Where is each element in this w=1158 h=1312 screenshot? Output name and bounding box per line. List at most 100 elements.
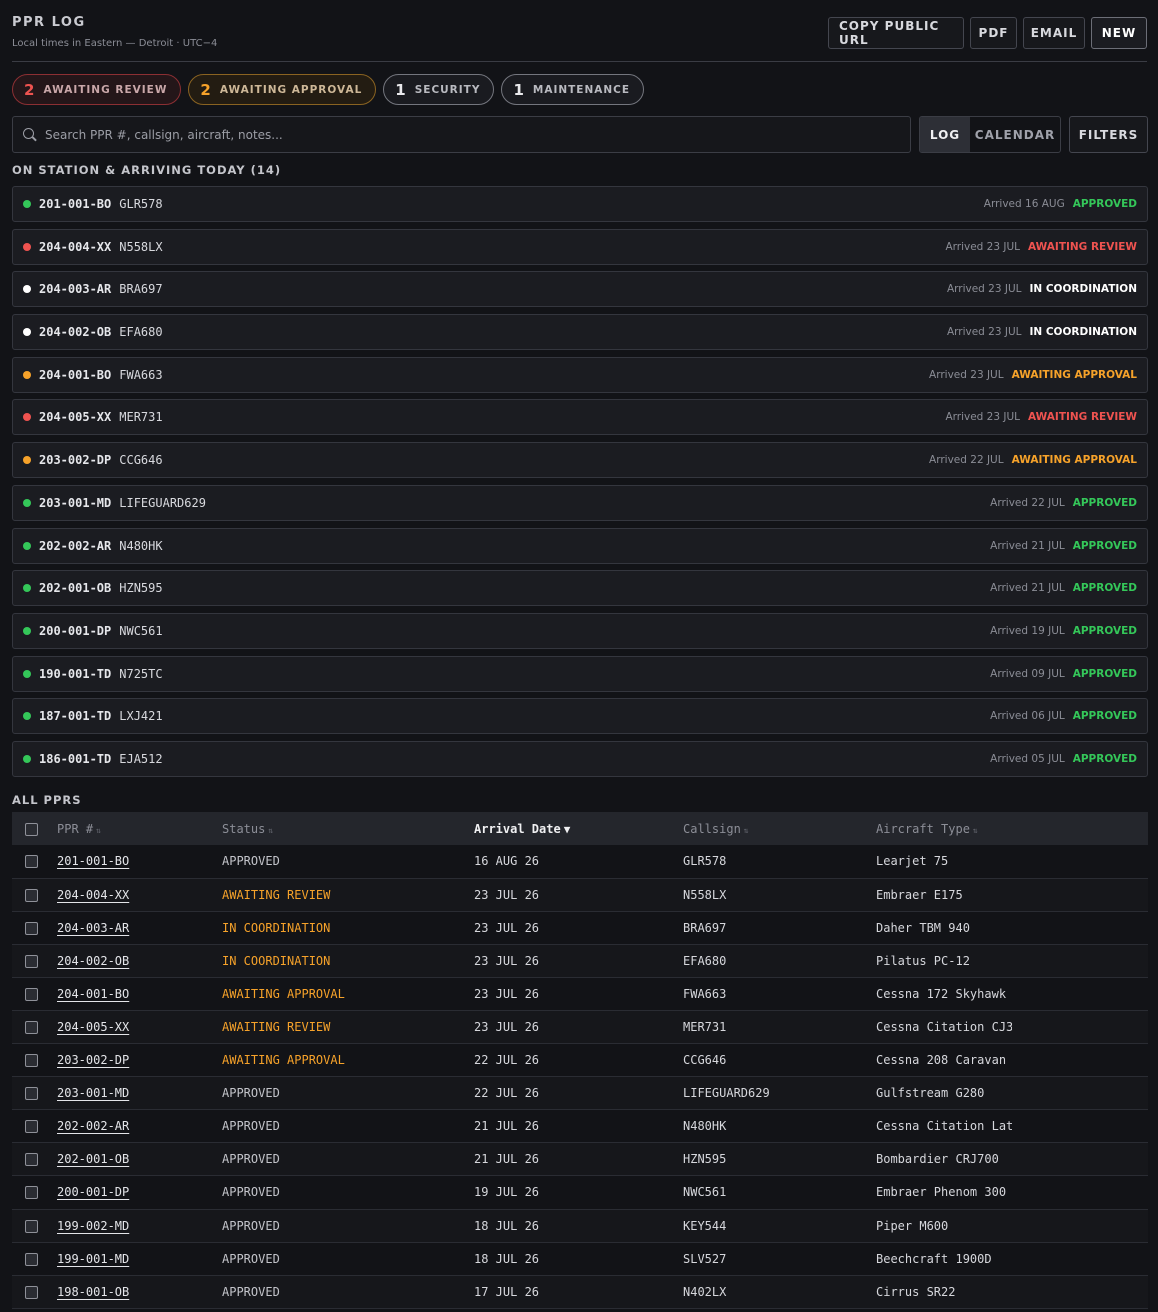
chip-security[interactable]: 1 SECURITY	[383, 74, 495, 105]
table-row[interactable]: 204-004-XX AWAITING REVIEW 23 JUL 26 N558LX…	[12, 878, 1148, 912]
row-checkbox[interactable]	[25, 921, 38, 935]
status-dot-icon	[23, 541, 31, 550]
arrival-date-cell: 19 JUL 26	[474, 1185, 540, 1200]
row-checkbox[interactable]	[25, 1285, 38, 1299]
table-row[interactable]: 203-002-DP AWAITING APPROVAL 22 JUL 26 CCG6…	[12, 1044, 1148, 1077]
row-checkbox[interactable]	[25, 1186, 38, 1200]
column-header-callsign[interactable]: Callsign ⇅	[683, 812, 876, 845]
ppr-link[interactable]: 202-001-OB	[57, 1143, 222, 1176]
station-row[interactable]: 204-003-AR BRA697 Arrived 23 JUL IN COORDIN…	[12, 271, 1148, 308]
table-row[interactable]: 199-002-MD APPROVED 18 JUL 26 KEY544 Piper M…	[12, 1209, 1148, 1243]
status-dot-icon	[23, 413, 31, 422]
station-row[interactable]: 186-001-TD EJA512 Arrived 05 JUL APPROVED	[12, 740, 1148, 777]
select-all-checkbox[interactable]	[25, 822, 38, 836]
station-row[interactable]: 204-005-XX MER731 Arrived 23 JUL AWAITING R…	[12, 399, 1148, 436]
row-meta: Arrived 16 AUG APPROVED	[984, 198, 1137, 210]
callsign: EJA512	[119, 751, 163, 766]
table-row[interactable]: 198-001-OB APPROVED 17 JUL 26 N402LX Cirrus …	[12, 1275, 1148, 1309]
row-checkbox[interactable]	[25, 1153, 38, 1167]
filters-button[interactable]: FILTERS	[1069, 116, 1148, 153]
station-row[interactable]: 203-001-MD LIFEGUARD629 Arrived 22 JUL APPR…	[12, 484, 1148, 521]
station-row[interactable]: 201-001-BO GLR578 Arrived 16 AUG APPROVED	[12, 186, 1148, 222]
chip-awaiting-approval[interactable]: 2 AWAITING APPROVAL	[188, 74, 377, 105]
station-row[interactable]: 190-001-TD N725TC Arrived 09 JUL APPROVED	[12, 655, 1148, 692]
row-checkbox[interactable]	[25, 1252, 38, 1266]
ppr-link[interactable]: 204-003-AR	[57, 911, 222, 944]
table-row[interactable]: 204-001-BO AWAITING APPROVAL 23 JUL 26 FWA6…	[12, 977, 1148, 1011]
column-header-status[interactable]: Status ⇅	[222, 812, 474, 845]
row-spacer	[1012, 1209, 1148, 1242]
column-label: PPR #	[57, 821, 94, 836]
column-label: Arrival Date	[474, 821, 561, 836]
table-row[interactable]: 202-002-AR APPROVED 21 JUL 26 N480HK Cessna …	[12, 1110, 1148, 1143]
ppr-link[interactable]: 199-001-MD	[57, 1242, 222, 1275]
view-calendar-tab[interactable]: CALENDAR	[970, 117, 1060, 152]
station-row[interactable]: 187-001-TD LXJ421 Arrived 06 JUL APPROVED	[12, 698, 1148, 735]
row-meta: Arrived 23 JUL IN COORDINATION	[947, 326, 1137, 338]
pdf-button[interactable]: PDF	[970, 17, 1017, 49]
chip-awaiting-review[interactable]: 2 AWAITING REVIEW	[12, 74, 182, 105]
ppr-link[interactable]: 204-005-XX	[57, 1010, 222, 1043]
new-ppr-button[interactable]: NEW	[1091, 17, 1147, 49]
ppr-link[interactable]: 202-002-AR	[57, 1110, 222, 1143]
station-row[interactable]: 202-001-OB HZN595 Arrived 21 JUL APPROVED	[12, 570, 1148, 607]
ppr-link[interactable]: 201-001-BO	[57, 845, 222, 878]
row-checkbox[interactable]	[25, 1021, 38, 1035]
search-input[interactable]	[45, 127, 910, 142]
row-checkbox[interactable]	[25, 855, 38, 869]
status-badge: IN COORDINATION	[1029, 283, 1138, 296]
callsign: FWA663	[119, 367, 163, 382]
copy-public-url-button[interactable]: COPY PUBLIC URL	[828, 17, 964, 49]
column-header-ppr[interactable]: PPR # ⇅	[57, 812, 222, 845]
ppr-link[interactable]: 203-002-DP	[57, 1044, 222, 1077]
email-button[interactable]: EMAIL	[1023, 17, 1085, 49]
table-row[interactable]: 199-001-MD APPROVED 18 JUL 26 SLV527 Beechcr…	[12, 1242, 1148, 1276]
row-checkbox[interactable]	[25, 1219, 38, 1233]
row-checkbox[interactable]	[25, 1087, 38, 1101]
status-cell: AWAITING APPROVAL	[222, 986, 345, 1001]
column-header-arrival[interactable]: Arrival Date ▼	[474, 812, 683, 845]
table-row[interactable]: 201-001-BO APPROVED 16 AUG 26 GLR578 Learjet…	[12, 845, 1148, 879]
arrival-text: Arrived 22 JUL	[929, 454, 1004, 467]
header-spacer	[1012, 812, 1148, 845]
ppr-link[interactable]: 204-002-OB	[57, 944, 222, 977]
table-row[interactable]: 204-005-XX AWAITING REVIEW 23 JUL 26 MER731…	[12, 1010, 1148, 1044]
ppr-number: 204-005-XX	[39, 410, 112, 425]
station-row[interactable]: 202-002-AR N480HK Arrived 21 JUL APPROVED	[12, 527, 1148, 564]
ppr-link[interactable]: 203-001-MD	[57, 1077, 222, 1110]
ppr-link[interactable]: 204-001-BO	[57, 977, 222, 1010]
row-checkbox[interactable]	[25, 987, 38, 1001]
column-header-aircraft[interactable]: Aircraft Type ⇅	[876, 812, 1012, 845]
arrival-text: Arrived 19 JUL	[990, 624, 1065, 637]
row-checkbox[interactable]	[25, 1054, 38, 1068]
station-row[interactable]: 203-002-DP CCG646 Arrived 22 JUL AWAITING A…	[12, 442, 1148, 479]
ppr-link[interactable]: 200-001-DP	[57, 1176, 222, 1209]
aircraft-type-cell: Bombardier CRJ700	[876, 1152, 999, 1167]
all-pprs-heading: ALL PPRS	[12, 793, 82, 807]
row-select-cell	[12, 1242, 57, 1275]
table-row[interactable]: 204-003-AR IN COORDINATION 23 JUL 26 BRA697…	[12, 911, 1148, 945]
all-pprs-table: PPR # ⇅ Status ⇅ Arrival Date ▼ Callsign ⇅ Aircr…	[12, 812, 1148, 1309]
station-row[interactable]: 200-001-DP NWC561 Arrived 19 JUL APPROVED	[12, 612, 1148, 649]
chip-label: AWAITING APPROVAL	[219, 83, 363, 96]
ppr-link[interactable]: 204-004-XX	[57, 878, 222, 911]
sort-icon: ⇅	[268, 825, 274, 835]
row-checkbox[interactable]	[25, 954, 38, 968]
chip-maintenance[interactable]: 1 MAINTENANCE	[501, 74, 645, 105]
row-checkbox[interactable]	[25, 1120, 38, 1134]
status-cell: AWAITING REVIEW	[222, 1020, 331, 1035]
station-row[interactable]: 204-001-BO FWA663 Arrived 23 JUL AWAITING A…	[12, 356, 1148, 393]
table-row[interactable]: 202-001-OB APPROVED 21 JUL 26 HZN595 Bombard…	[12, 1142, 1148, 1176]
row-checkbox[interactable]	[25, 888, 38, 902]
station-row[interactable]: 204-002-OB EFA680 Arrived 23 JUL IN COORDIN…	[12, 314, 1148, 351]
arrival-text: Arrived 16 AUG	[983, 198, 1065, 210]
aircraft-type-cell: Embraer E175	[876, 887, 963, 902]
table-row[interactable]: 204-002-OB IN COORDINATION 23 JUL 26 EFA680…	[12, 944, 1148, 978]
chip-count: 1	[395, 80, 406, 99]
ppr-link[interactable]: 199-002-MD	[57, 1209, 222, 1242]
ppr-link[interactable]: 198-001-OB	[57, 1275, 222, 1308]
table-row[interactable]: 200-001-DP APPROVED 19 JUL 26 NWC561 Embraer…	[12, 1176, 1148, 1210]
table-row[interactable]: 203-001-MD APPROVED 22 JUL 26 LIFEGUARD629 G…	[12, 1076, 1148, 1110]
station-row[interactable]: 204-004-XX N558LX Arrived 23 JUL AWAITING R…	[12, 228, 1148, 265]
view-log-tab[interactable]: LOG	[920, 117, 970, 152]
